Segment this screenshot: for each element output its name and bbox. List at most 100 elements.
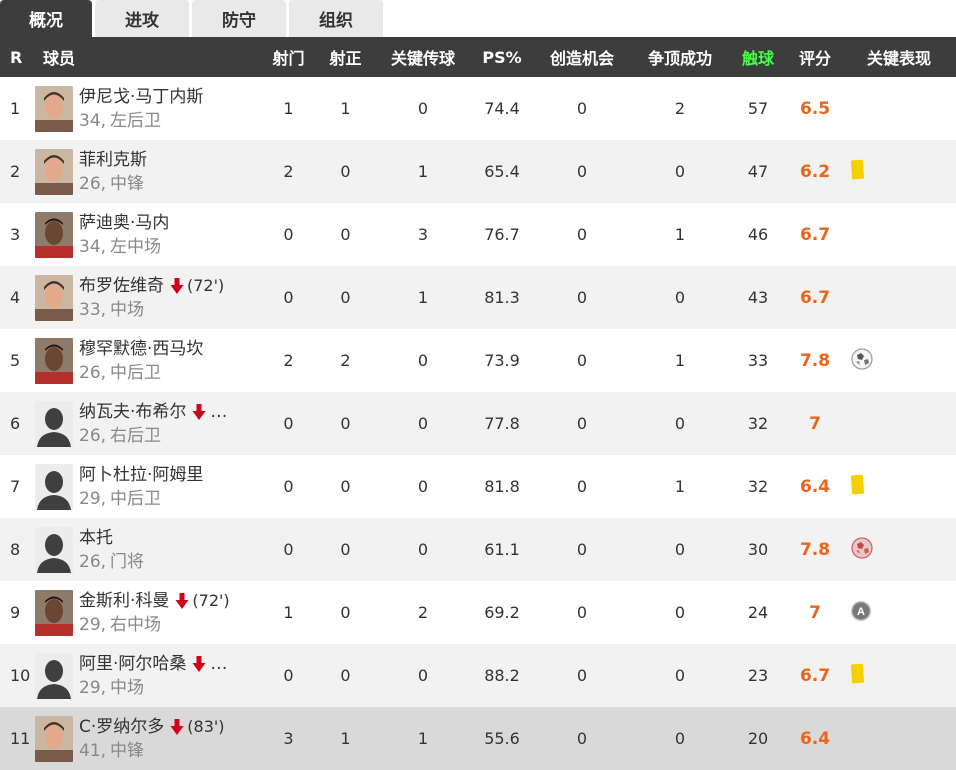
player-name[interactable]: 菲利克斯: [79, 148, 147, 172]
table-row[interactable]: 7 阿卜杜拉·阿姆里 29, 中后卫 0 0 0 81.8 0 1 32 6.4: [0, 455, 956, 518]
key-event-cell: [842, 518, 956, 581]
player-name[interactable]: 萨迪奥·马内: [79, 211, 169, 235]
col-header-player[interactable]: 球员: [34, 37, 260, 77]
player-rank: 4: [10, 288, 21, 307]
player-name[interactable]: C·罗纳尔多: [79, 715, 164, 739]
stat-chances: 0: [576, 288, 588, 307]
player-photo[interactable]: [35, 274, 73, 321]
stat-touches: 30: [747, 540, 769, 559]
player-age: 26: [79, 551, 101, 572]
player-name[interactable]: 本托: [79, 526, 113, 550]
key-event-cell: [842, 203, 956, 266]
yellow-card-icon[interactable]: [850, 159, 866, 181]
stat-touches: 43: [747, 288, 769, 307]
player-cell: 穆罕默德·西马坎 26, 中后卫: [34, 329, 260, 392]
table-row[interactable]: 3 萨迪奥·马内 34, 左中场 0 0 3 76.7 0 1 46 6.7: [0, 203, 956, 266]
player-photo[interactable]: [35, 337, 73, 384]
player-photo[interactable]: [35, 400, 73, 447]
stat-ps: 81.3: [484, 288, 520, 307]
player-cell: 伊尼戈·马丁内斯 34, 左后卫: [34, 77, 260, 140]
sub-off-arrow-icon: [170, 277, 184, 295]
stat-key-passes: 1: [417, 729, 429, 748]
stat-shots: 1: [283, 99, 294, 118]
stat-shots: 0: [283, 288, 294, 307]
player-cell: 纳瓦夫·布希尔 … 26, 右后卫: [34, 392, 260, 455]
tab-overview[interactable]: 概况: [0, 0, 92, 37]
player-photo[interactable]: [35, 211, 73, 258]
player-rating: 6.4: [799, 728, 831, 749]
col-header-ps[interactable]: PS%: [472, 37, 532, 77]
table-row[interactable]: 4 布罗佐维奇 (72') 33, 中场 0 0 1 81.3 0 0 43 6…: [0, 266, 956, 329]
player-photo[interactable]: [35, 85, 73, 132]
col-header-rating[interactable]: 评分: [788, 37, 842, 77]
stat-touches: 46: [747, 225, 769, 244]
player-photo[interactable]: [35, 715, 73, 762]
col-header-rank[interactable]: R: [0, 37, 34, 77]
tab-organize[interactable]: 组织: [289, 0, 383, 37]
yellow-card-icon[interactable]: [850, 663, 866, 685]
stat-aerials: 0: [674, 414, 686, 433]
table-row[interactable]: 8 本托 26, 门将 0 0 0 61.1 0 0 30 7.8: [0, 518, 956, 581]
player-rank: 6: [10, 414, 21, 433]
stat-ps: 81.8: [484, 477, 520, 496]
stat-aerials: 0: [674, 603, 686, 622]
player-name[interactable]: 纳瓦夫·布希尔: [79, 400, 186, 424]
table-row[interactable]: 11 C·罗纳尔多 (83') 41, 中锋 3 1 1 55.6 0 0 20…: [0, 707, 956, 770]
col-header-aerials[interactable]: 争顶成功: [632, 37, 728, 77]
tab-defense[interactable]: 防守: [192, 0, 286, 37]
player-age: 29: [79, 677, 101, 698]
player-photo[interactable]: [35, 589, 73, 636]
table-row[interactable]: 10 阿里·阿尔哈桑 … 29, 中场 0 0 0 88.2 0 0 23 6.…: [0, 644, 956, 707]
goal-ball-icon[interactable]: [850, 347, 874, 371]
col-header-chances[interactable]: 创造机会: [532, 37, 632, 77]
stat-touches: 20: [747, 729, 769, 748]
table-row[interactable]: 2 菲利克斯 26, 中锋 2 0 1 65.4 0 0 47 6.2: [0, 140, 956, 203]
player-name[interactable]: 阿卜杜拉·阿姆里: [79, 463, 203, 487]
col-header-on-target[interactable]: 射正: [317, 37, 374, 77]
col-header-touches[interactable]: 触球: [728, 37, 788, 77]
player-rank: 10: [10, 666, 31, 685]
player-name[interactable]: 穆罕默德·西马坎: [79, 337, 203, 361]
player-photo[interactable]: [35, 652, 73, 699]
player-cell: 金斯利·科曼 (72') 29, 右中场: [34, 581, 260, 644]
player-age: 34: [79, 236, 101, 257]
table-row[interactable]: 6 纳瓦夫·布希尔 … 26, 右后卫 0 0 0 77.8 0 0 32 7: [0, 392, 956, 455]
player-name[interactable]: 伊尼戈·马丁内斯: [79, 85, 203, 109]
table-row[interactable]: 9 金斯利·科曼 (72') 29, 右中场 1 0 2 69.2 0 0 24…: [0, 581, 956, 644]
stat-aerials: 0: [674, 666, 686, 685]
player-photo[interactable]: [35, 148, 73, 195]
player-name[interactable]: 阿里·阿尔哈桑: [79, 652, 186, 676]
save-ball-icon[interactable]: [850, 536, 874, 560]
player-rating: 7: [809, 413, 821, 434]
key-event-cell: [842, 707, 956, 770]
stat-chances: 0: [576, 414, 588, 433]
assist-icon[interactable]: A: [850, 600, 872, 622]
player-cell: 阿卜杜拉·阿姆里 29, 中后卫: [34, 455, 260, 518]
tab-attack[interactable]: 进攻: [95, 0, 189, 37]
player-position: 中后卫: [110, 488, 162, 509]
player-name[interactable]: 金斯利·科曼: [79, 589, 169, 613]
col-header-shots[interactable]: 射门: [260, 37, 317, 77]
col-header-key-passes[interactable]: 关键传球: [374, 37, 472, 77]
sub-off-minute: (72'): [187, 275, 225, 295]
col-header-key-events[interactable]: 关键表现: [842, 37, 956, 77]
stat-chances: 0: [576, 729, 588, 748]
player-position: 右中场: [110, 614, 162, 635]
player-position: 中场: [110, 677, 145, 698]
player-name[interactable]: 布罗佐维奇: [79, 274, 164, 298]
player-age: 29: [79, 614, 101, 635]
player-photo[interactable]: [35, 463, 73, 510]
table-row[interactable]: 1 伊尼戈·马丁内斯 34, 左后卫 1 1 0 74.4 0 2 57 6.5: [0, 77, 956, 140]
player-cell: C·罗纳尔多 (83') 41, 中锋: [34, 707, 260, 770]
stat-touches: 57: [747, 99, 769, 118]
yellow-card-icon[interactable]: [850, 474, 866, 496]
table-row[interactable]: 5 穆罕默德·西马坎 26, 中后卫 2 2 0 73.9 0 1 33 7.8: [0, 329, 956, 392]
player-photo[interactable]: [35, 526, 73, 573]
player-cell: 布罗佐维奇 (72') 33, 中场: [34, 266, 260, 329]
player-rating: 7.8: [799, 350, 831, 371]
player-cell: 本托 26, 门将: [34, 518, 260, 581]
stat-key-passes: 0: [417, 351, 429, 370]
stat-key-passes: 1: [417, 288, 429, 307]
key-event-cell: [842, 392, 956, 455]
player-position: 左中场: [110, 236, 162, 257]
